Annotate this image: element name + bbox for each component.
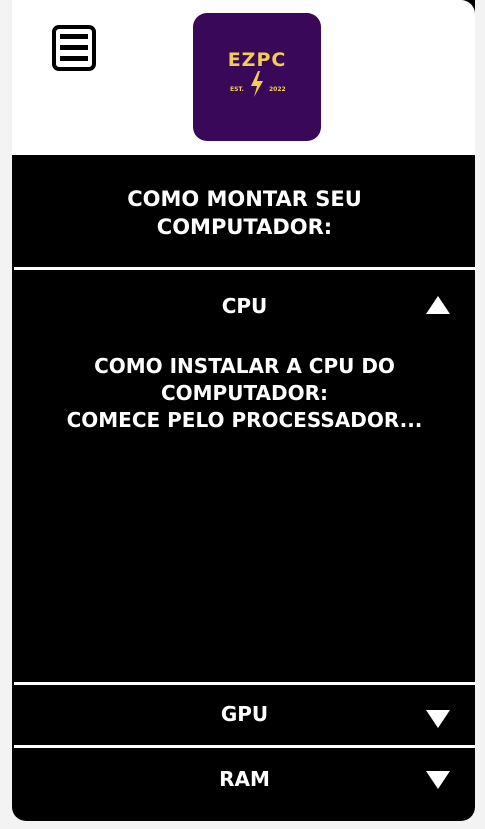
logo[interactable]: EZPC EST. 2022 bbox=[193, 13, 321, 141]
triangle-up-icon[interactable] bbox=[426, 296, 450, 314]
accordion-ram-label: RAM bbox=[219, 767, 270, 791]
site-header: EZPC EST. 2022 bbox=[12, 0, 475, 155]
accordion-gpu-header[interactable]: GPU bbox=[14, 685, 475, 745]
logo-year: 2022 bbox=[269, 86, 286, 93]
triangle-down-icon[interactable] bbox=[426, 771, 450, 789]
menu-bar bbox=[60, 34, 88, 39]
accordion-ram-header[interactable]: RAM bbox=[14, 748, 475, 818]
menu-bar bbox=[60, 56, 88, 61]
hamburger-menu-button[interactable] bbox=[52, 25, 96, 71]
accordion-gpu-label: GPU bbox=[220, 702, 269, 726]
accordion-cpu-header[interactable]: CPU bbox=[14, 270, 475, 340]
logo-name: EZPC bbox=[227, 49, 287, 71]
accordion-cpu-label: CPU bbox=[221, 294, 268, 318]
menu-bar bbox=[60, 45, 88, 50]
logo-est: EST. bbox=[230, 86, 244, 93]
page-title: COMO MONTAR SEU COMPUTADOR: bbox=[127, 187, 362, 239]
accordion-cpu-content: COMO INSTALAR A CPU DO COMPUTADOR: COMEC… bbox=[66, 354, 423, 432]
triangle-down-icon[interactable] bbox=[426, 710, 450, 728]
lightning-bolt-icon bbox=[251, 71, 263, 97]
